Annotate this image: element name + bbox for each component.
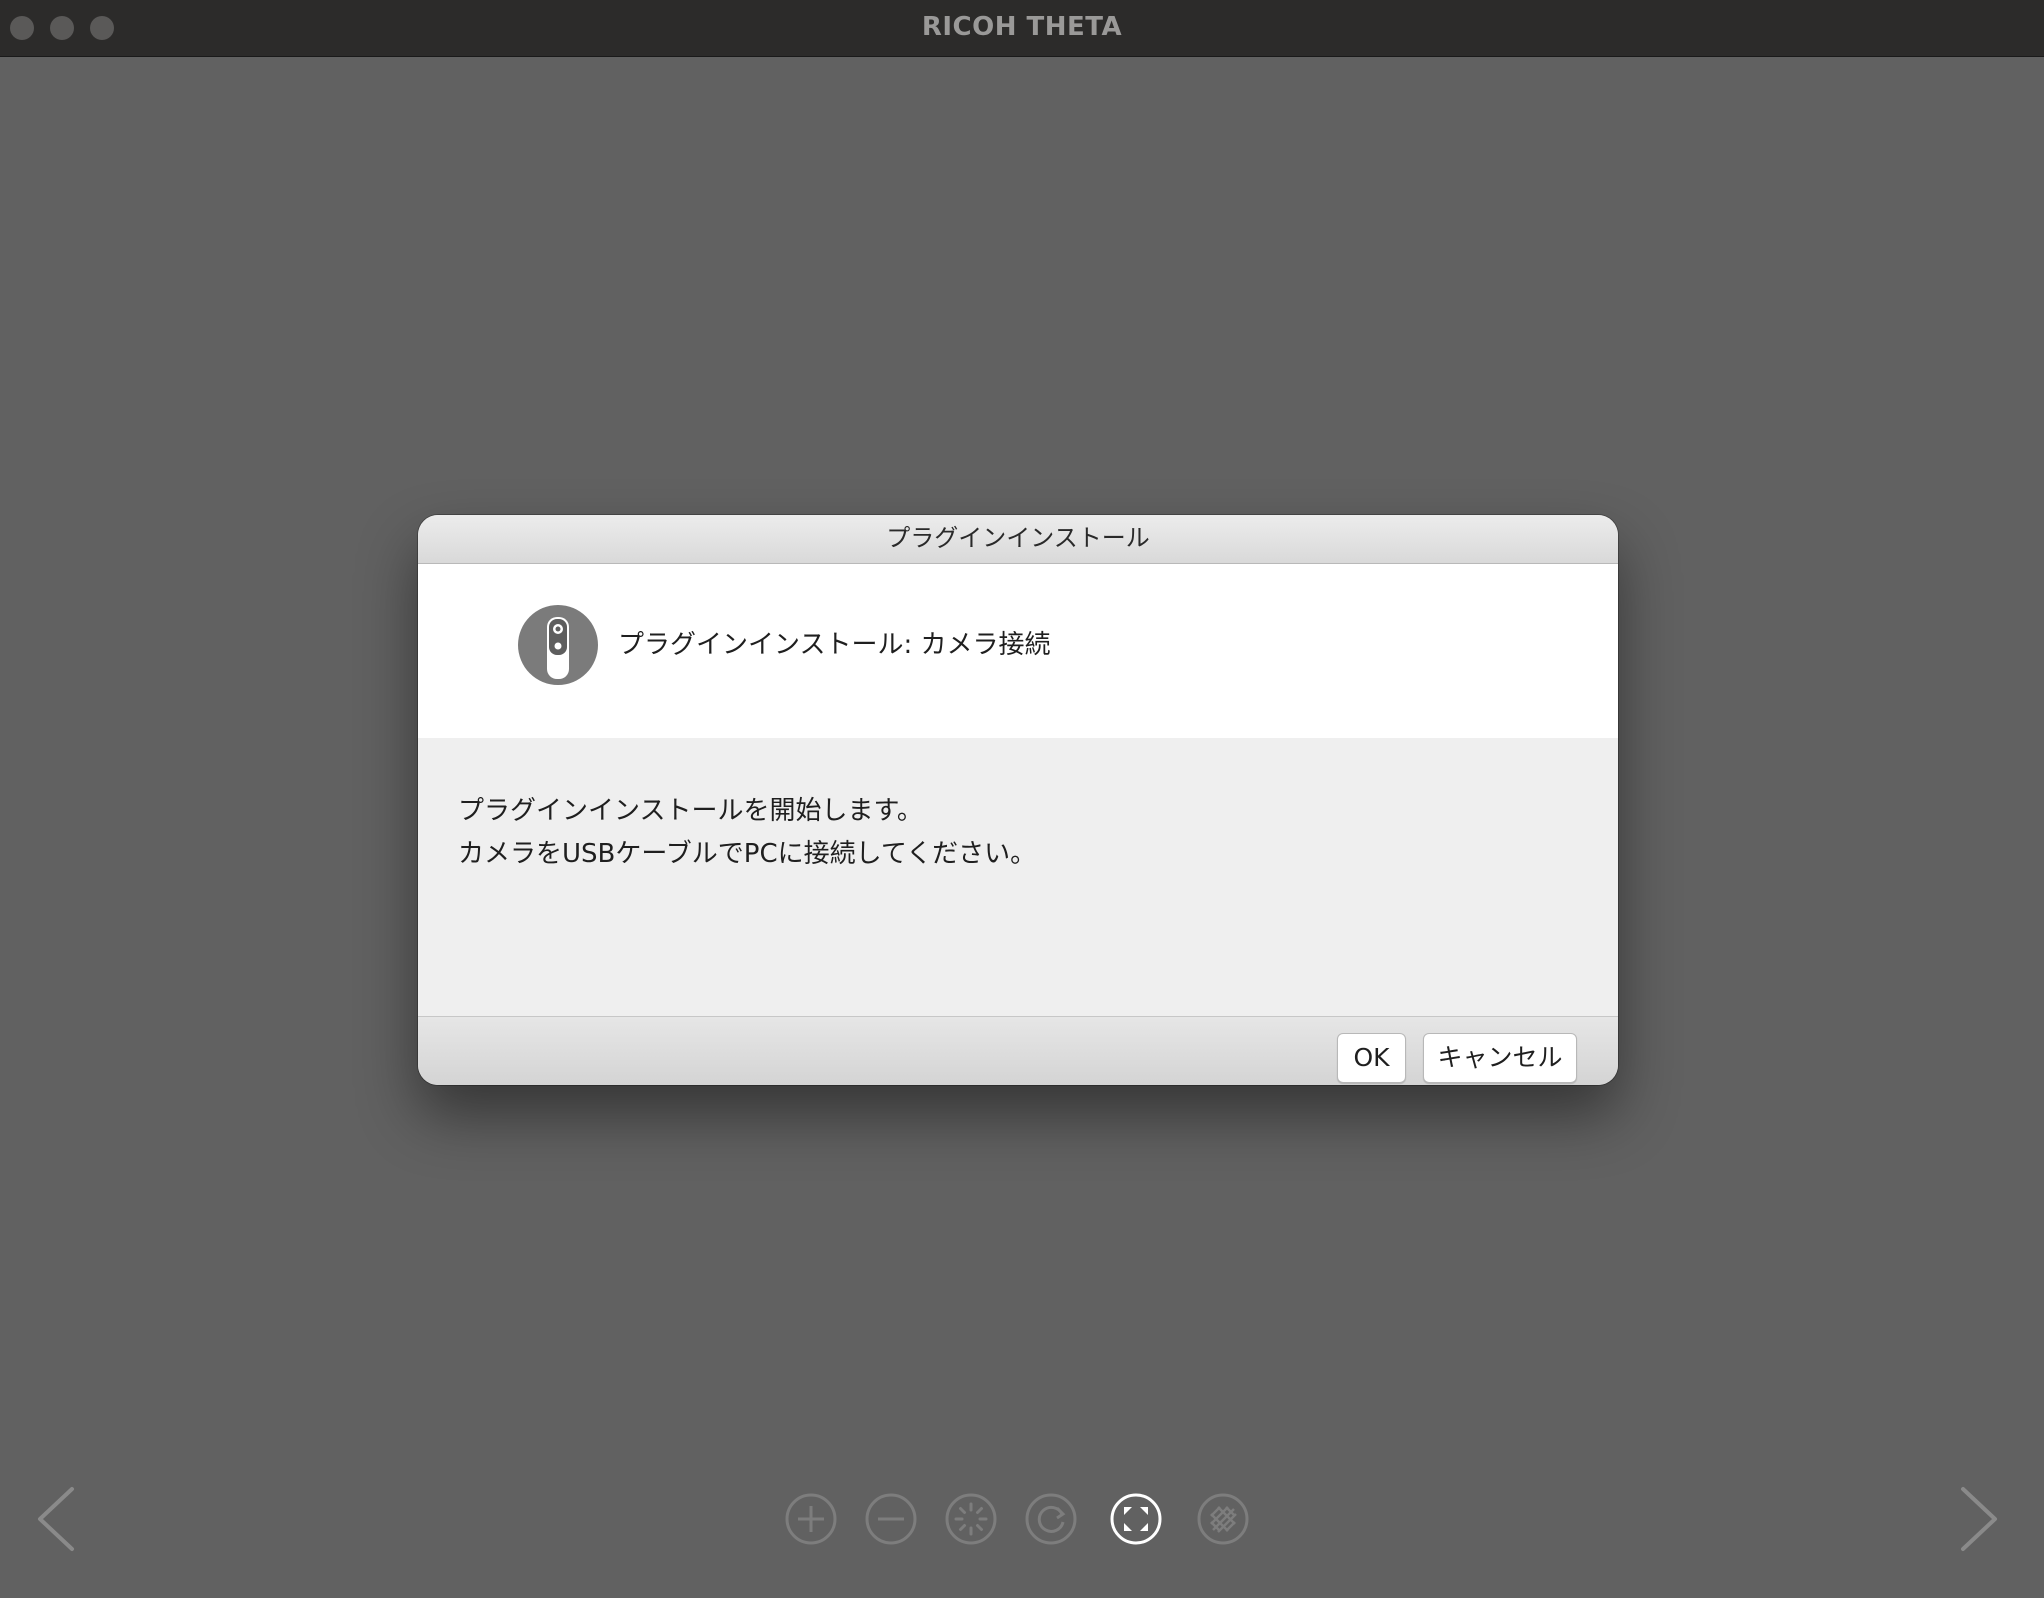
dialog-message-line-2: カメラをUSBケーブルでPCに接続してください。 <box>458 839 1037 869</box>
dialog-body: プラグインインストールを開始します。 カメラをUSBケーブルでPCに接続してくだ… <box>418 738 1618 1017</box>
plugin-install-dialog: プラグインインストール プラグインインストール: カメラ接続 プラグインインスト… <box>418 515 1618 1085</box>
rotate-icon[interactable] <box>1024 1492 1078 1546</box>
next-arrow-icon[interactable] <box>1953 1484 2003 1554</box>
dialog-header: プラグインインストール: カメラ接続 <box>418 564 1618 738</box>
dialog-footer: OK キャンセル <box>418 1017 1618 1085</box>
dialog-title-bar: プラグインインストール <box>418 515 1618 564</box>
pattern-icon[interactable] <box>1196 1492 1250 1546</box>
title-bar: RICOH THETA <box>0 0 2044 57</box>
dialog-header-text: プラグインインストール: カメラ接続 <box>618 630 1051 660</box>
dialog-message-line-1: プラグインインストールを開始します。 <box>458 796 923 826</box>
zoom-out-icon[interactable] <box>864 1492 918 1546</box>
window-title: RICOH THETA <box>921 12 1123 42</box>
fit-screen-icon[interactable] <box>1109 1492 1163 1546</box>
previous-arrow-icon[interactable] <box>32 1484 82 1554</box>
cancel-button[interactable]: キャンセル <box>1423 1033 1577 1083</box>
theta-camera-icon <box>518 605 598 685</box>
brightness-icon[interactable] <box>944 1492 998 1546</box>
app-window: RICOH THETA プラグインインストール プラグインインストール: カメラ… <box>0 0 2044 1598</box>
dialog-title: プラグインインストール <box>886 524 1150 552</box>
ok-button[interactable]: OK <box>1337 1033 1406 1083</box>
zoom-in-icon[interactable] <box>784 1492 838 1546</box>
